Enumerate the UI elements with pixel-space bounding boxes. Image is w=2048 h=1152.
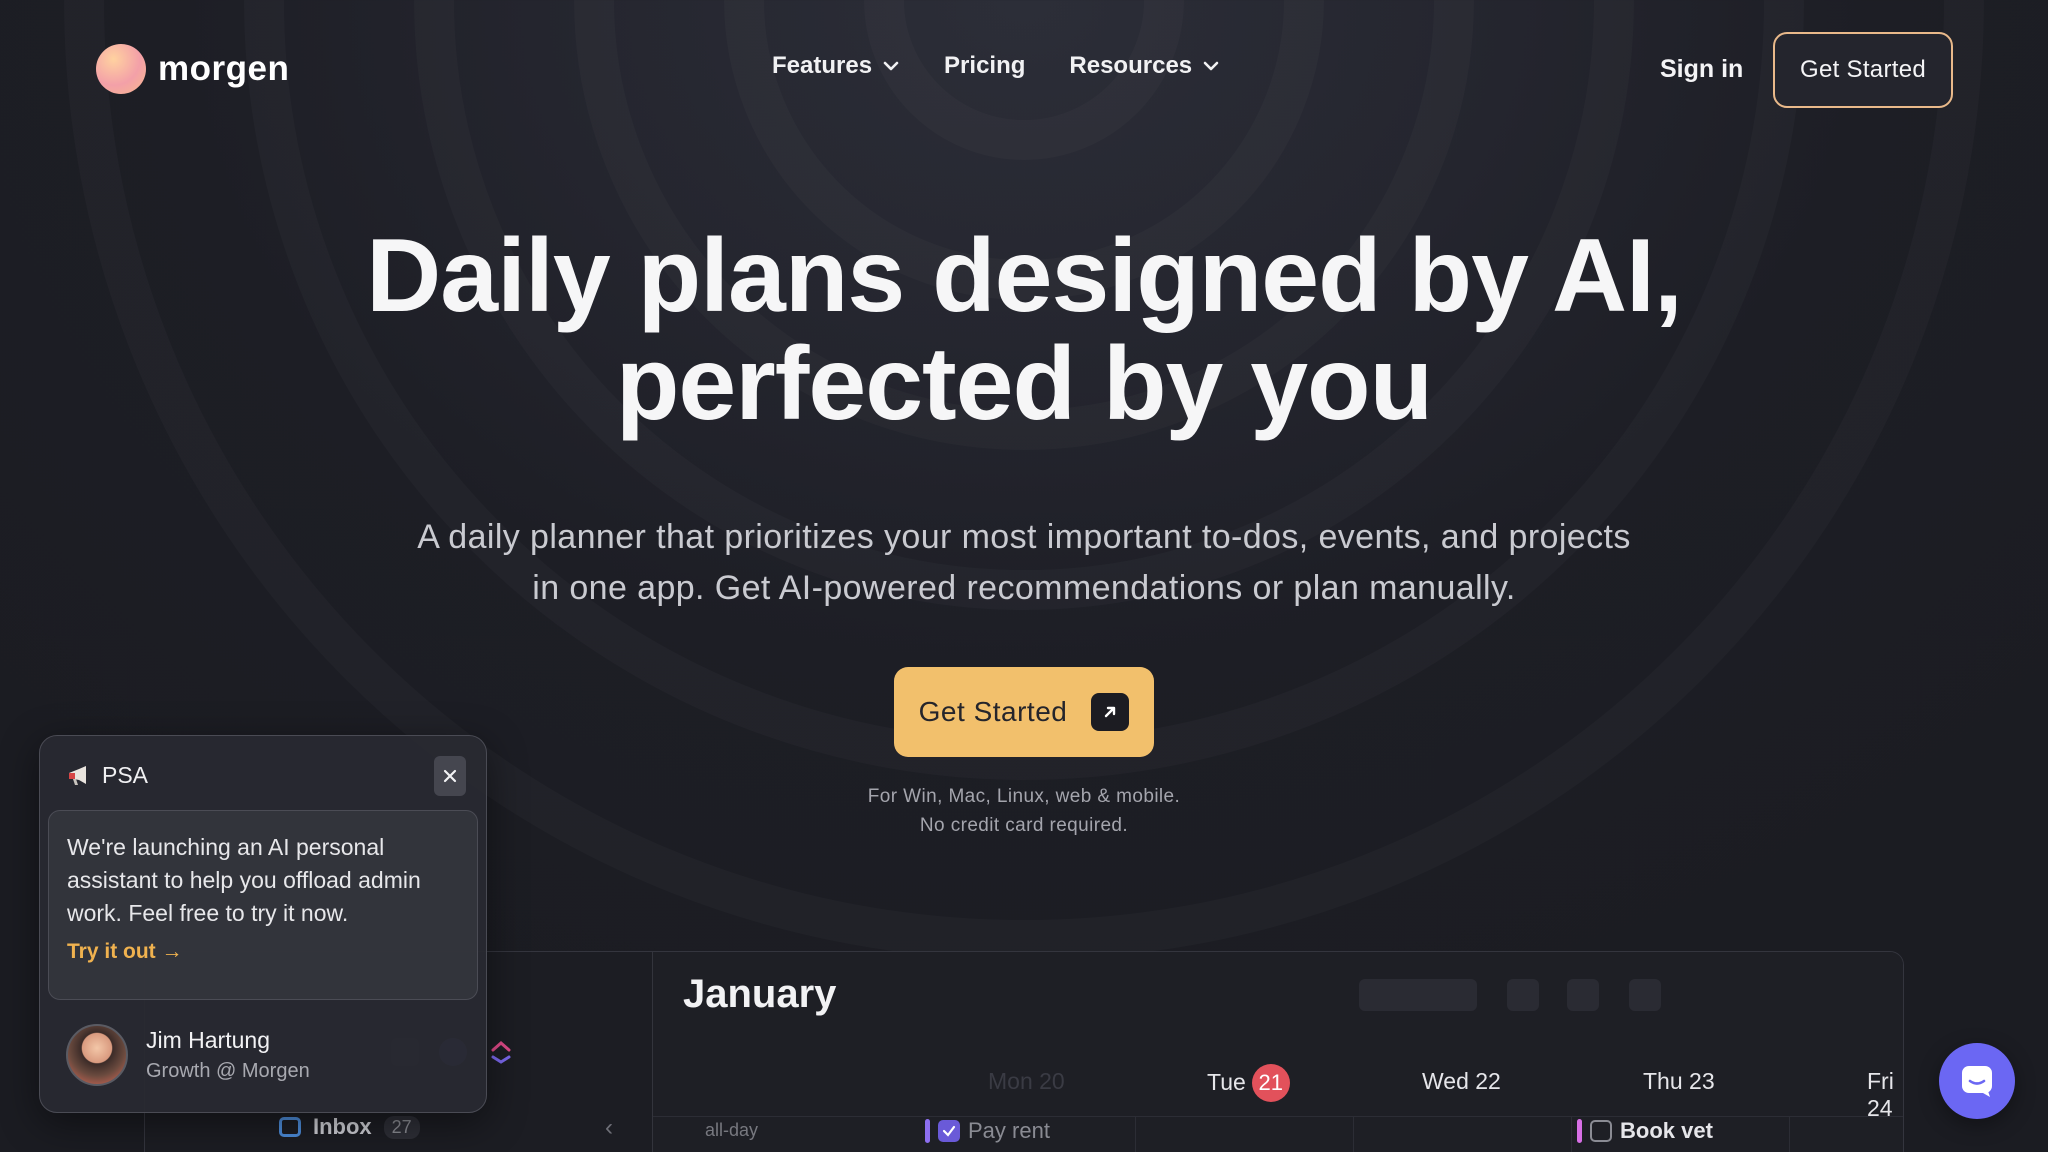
day-header-mon: Mon 20 — [988, 1068, 1065, 1094]
hero-subtitle-line-2: in one app. Get AI-powered recommendatio… — [532, 569, 1516, 607]
close-icon — [443, 769, 457, 783]
megaphone-icon — [69, 765, 86, 785]
hero-subtitle-line-1: A daily planner that prioritizes your mo… — [417, 518, 1631, 556]
event-color-bar — [1577, 1119, 1582, 1143]
today-badge: 21 — [1251, 1064, 1290, 1102]
nav-pricing[interactable]: Pricing — [944, 52, 1025, 80]
toolbar-placeholder[interactable] — [1359, 979, 1477, 1011]
author-name: Jim Hartung — [146, 1027, 270, 1053]
nav-pricing-label: Pricing — [944, 52, 1026, 79]
chat-launcher-button[interactable] — [1939, 1043, 2015, 1119]
hero-title-line-2: perfected by you — [615, 326, 1433, 442]
chevron-down-icon — [883, 61, 899, 71]
arrow-up-right-icon — [1091, 693, 1130, 731]
allday-divider — [653, 1116, 1903, 1117]
hero-cta-label: Get Started — [918, 696, 1068, 727]
avatar — [66, 1024, 128, 1086]
main-nav: Features Pricing Resources — [772, 52, 1220, 80]
column-divider — [1135, 1116, 1136, 1152]
chat-icon — [1962, 1066, 1992, 1097]
checkbox-checked-icon[interactable] — [938, 1120, 960, 1142]
nav-features-label: Features — [772, 52, 873, 79]
sign-in-link[interactable]: Sign in — [1660, 55, 1743, 84]
chevron-left-icon[interactable]: ‹ — [605, 1114, 613, 1142]
brand-name: morgen — [158, 49, 290, 88]
sidebar-item-inbox[interactable]: Inbox 27 — [279, 1114, 420, 1140]
calendar-view: January Mon 20 Tue 21 Wed 22 Thu 23 Fri 2… — [653, 952, 1903, 1152]
hero-title: Daily plans designed by AI, perfected by… — [0, 222, 2048, 438]
clickup-icon — [487, 1038, 515, 1066]
inbox-count: 27 — [383, 1115, 420, 1139]
header-get-started-button[interactable]: Get Started — [1773, 32, 1953, 108]
day-header-fri: Fri 24 — [1867, 1068, 1894, 1121]
day-header-wed: Wed 22 — [1422, 1068, 1501, 1094]
day-header-tue: Tue 21 — [1207, 1064, 1290, 1102]
psa-message-line-1: We're launching an AI personal — [67, 834, 385, 860]
day-header-tue-label: Tue — [1207, 1069, 1246, 1095]
checkbox-icon[interactable] — [1590, 1120, 1612, 1142]
event-color-bar — [925, 1119, 930, 1143]
allday-label: all-day — [705, 1120, 759, 1140]
author-role: Growth @ Morgen — [146, 1060, 310, 1082]
chevron-down-icon — [1203, 61, 1219, 71]
nav-resources[interactable]: Resources — [1069, 52, 1220, 80]
column-divider — [1353, 1116, 1354, 1152]
psa-header: PSA — [66, 762, 148, 789]
toolbar-button[interactable] — [1507, 979, 1539, 1011]
event-pay-rent[interactable]: Pay rent — [925, 1118, 1050, 1144]
psa-message-card: We're launching an AI personal assistant… — [48, 810, 478, 1000]
column-divider — [1789, 1116, 1790, 1152]
psa-message-line-2: assistant to help you offload admin — [67, 867, 421, 893]
psa-message: We're launching an AI personal assistant… — [67, 831, 459, 930]
hero-get-started-button[interactable]: Get Started — [894, 667, 1154, 757]
psa-message-line-3: work. Feel free to try it now. — [67, 900, 349, 926]
psa-popup: PSA We're launching an AI personal assis… — [39, 735, 487, 1113]
event-book-vet[interactable]: Book vet — [1577, 1118, 1713, 1144]
nav-resources-label: Resources — [1069, 52, 1193, 79]
close-button[interactable] — [434, 756, 466, 796]
try-it-out-link[interactable]: Try it out → — [67, 940, 459, 964]
hero-subtitle: A daily planner that prioritizes your mo… — [0, 512, 2048, 614]
hero-title-line-1: Daily plans designed by AI, — [366, 218, 1683, 334]
logo-mark — [96, 44, 146, 94]
inbox-label: Inbox — [313, 1114, 372, 1139]
brand-logo[interactable]: morgen — [96, 44, 289, 94]
event-title: Book vet — [1620, 1118, 1713, 1143]
psa-title: PSA — [102, 762, 149, 788]
nav-features[interactable]: Features — [772, 52, 900, 80]
toolbar-button[interactable] — [1567, 979, 1599, 1011]
toolbar-button[interactable] — [1629, 979, 1661, 1011]
inbox-icon — [279, 1117, 301, 1137]
column-divider — [1571, 1116, 1572, 1152]
month-title: January — [683, 972, 837, 1016]
day-header-thu: Thu 23 — [1643, 1068, 1715, 1094]
psa-author: Jim Hartung Growth @ Morgen — [66, 1024, 310, 1086]
event-title: Pay rent — [968, 1118, 1050, 1143]
